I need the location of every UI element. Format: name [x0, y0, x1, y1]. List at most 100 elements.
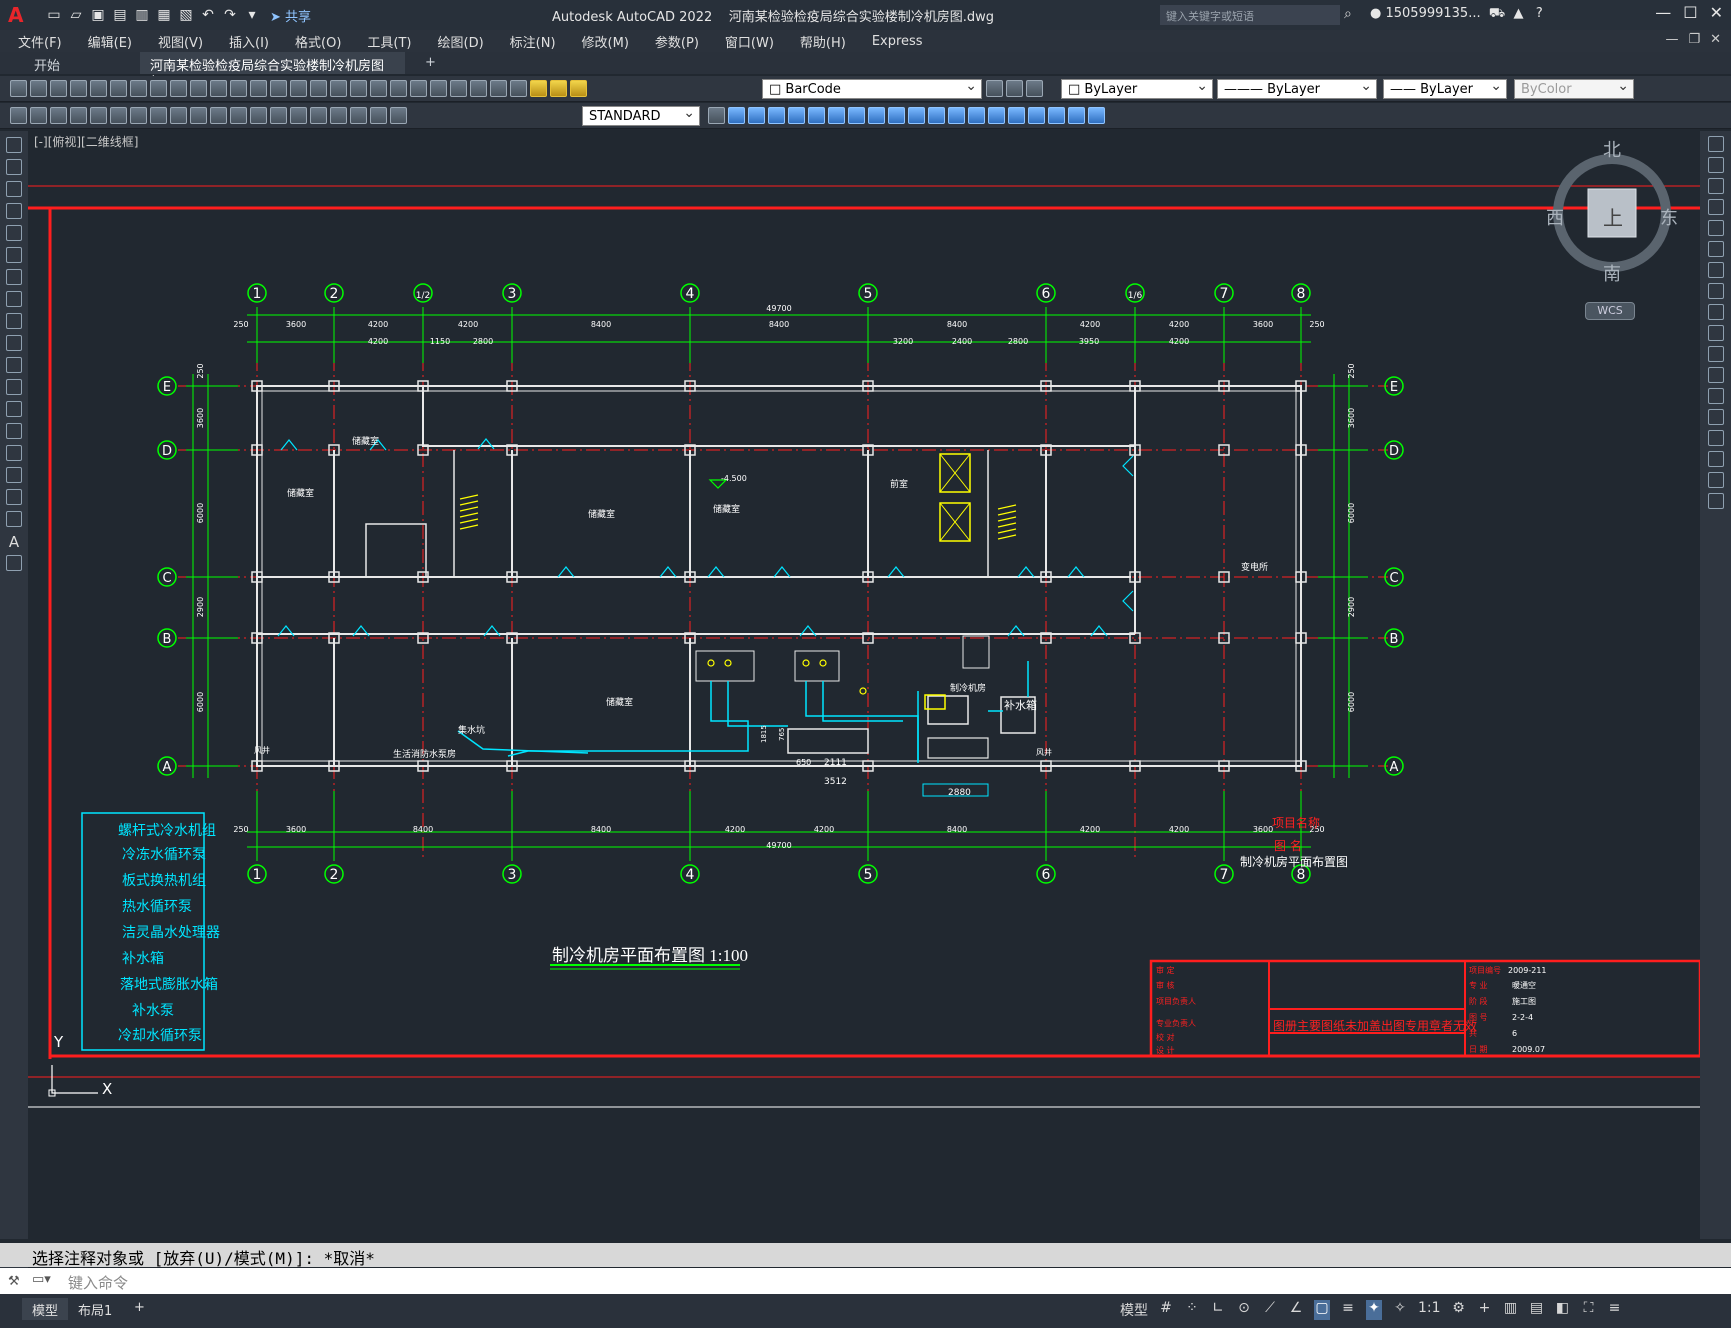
zoom-realtime-icon[interactable]	[310, 80, 327, 97]
trim-side-icon[interactable]	[1707, 325, 1724, 341]
revcloud-icon[interactable]	[6, 291, 22, 307]
rectangle-icon[interactable]	[6, 225, 22, 241]
layer-on-icon[interactable]	[530, 80, 547, 97]
mirror-side-icon[interactable]	[1707, 178, 1724, 194]
web-save-icon[interactable]: ▦	[154, 5, 174, 25]
matchprop-icon[interactable]	[210, 80, 227, 97]
color-dropdown[interactable]: □ ByLayer	[1061, 78, 1213, 99]
customize-icon[interactable]: ≡	[1607, 1300, 1623, 1320]
snap-icon[interactable]: ⁘	[1184, 1300, 1200, 1320]
new-icon[interactable]: ▭	[44, 5, 64, 25]
erase-icon[interactable]	[728, 107, 745, 124]
chamfer-icon[interactable]	[988, 107, 1005, 124]
point-icon[interactable]	[6, 423, 22, 439]
3dprint-icon[interactable]	[130, 80, 147, 97]
autodesk-app-icon[interactable]: ▲	[1513, 6, 1523, 21]
grid-icon[interactable]: #	[1158, 1300, 1174, 1320]
annotation-visibility-icon[interactable]: ✦	[1366, 1300, 1382, 1320]
join-icon[interactable]	[968, 107, 985, 124]
menu-insert[interactable]: 插入(I)	[229, 32, 269, 51]
viewcube-top-face[interactable]: 上	[1603, 202, 1623, 231]
save-file-icon[interactable]	[50, 80, 67, 97]
isodraft-icon[interactable]: ∠	[1288, 1300, 1304, 1320]
redo-icon[interactable]: ↷	[220, 5, 240, 25]
tab-model[interactable]: 模型	[22, 1298, 69, 1320]
send-back-icon[interactable]	[1088, 107, 1105, 124]
print-preview-icon[interactable]	[90, 80, 107, 97]
stretch-icon[interactable]	[888, 107, 905, 124]
search-input[interactable]: 键入关键字或短语	[1160, 5, 1340, 25]
isolate-objects-icon[interactable]: ◧	[1555, 1300, 1571, 1320]
menu-dimension[interactable]: 标注(N)	[510, 32, 556, 51]
save-icon[interactable]: ▣	[88, 5, 108, 25]
tab-start[interactable]: 开始	[24, 52, 134, 74]
dim-update-icon[interactable]	[390, 107, 407, 124]
fillet-side-icon[interactable]	[1707, 451, 1724, 467]
dimstyle-icon[interactable]	[708, 107, 725, 124]
dimstyle-dropdown[interactable]: STANDARD	[582, 105, 700, 126]
dim-baseline-icon[interactable]	[190, 107, 207, 124]
drawing-canvas[interactable]: [-][俯视][二维线框] 1 2 1/2 3 4 5 6 1/6 7 8 1 2 3 4 5 6 7 8 E E D D…	[28, 131, 1700, 1239]
command-input[interactable]: 键入命令	[0, 1268, 1731, 1294]
properties-icon[interactable]	[370, 80, 387, 97]
extend-icon[interactable]	[928, 107, 945, 124]
user-account[interactable]: ● 1505999135... ⛟ ▲ ?	[1370, 6, 1543, 23]
blend-side-icon[interactable]	[1707, 472, 1724, 488]
wcs-menu[interactable]: WCS	[1585, 302, 1635, 320]
dim-arc-icon[interactable]	[50, 107, 67, 124]
compass-south[interactable]: 南	[1603, 260, 1621, 286]
lineweight-dropdown[interactable]: —— ByLayer	[1383, 78, 1507, 99]
offset-icon[interactable]	[788, 107, 805, 124]
construction-line-icon[interactable]	[6, 159, 22, 175]
undo-tool-icon[interactable]	[250, 80, 267, 97]
layer-dropdown[interactable]: □ BarCode	[762, 78, 982, 99]
command-menu-icon[interactable]: ▭▾	[32, 1272, 51, 1287]
move-side-icon[interactable]	[1707, 241, 1724, 257]
undo-icon[interactable]: ↶	[198, 5, 218, 25]
make-current-icon[interactable]	[986, 80, 1003, 97]
model-space-button[interactable]: 模型	[1120, 1300, 1148, 1320]
plot-icon[interactable]: ▧	[176, 5, 196, 25]
compass-west[interactable]: 西	[1546, 204, 1564, 230]
doc-minimize-icon[interactable]: —	[1665, 32, 1678, 47]
mtext-icon[interactable]: A	[6, 533, 22, 551]
insert-block-icon[interactable]	[6, 379, 22, 395]
redo-tool-icon[interactable]	[270, 80, 287, 97]
new-tab-button[interactable]: +	[415, 52, 445, 74]
ellipse-arc-icon[interactable]	[6, 357, 22, 373]
circle-icon[interactable]	[6, 269, 22, 285]
units-icon[interactable]: ▥	[1503, 1300, 1519, 1320]
copy-object-icon[interactable]	[748, 107, 765, 124]
gradient-icon[interactable]	[6, 467, 22, 483]
erase-side-icon[interactable]	[1707, 136, 1724, 152]
menu-window[interactable]: 窗口(W)	[725, 32, 774, 51]
workspace-gear-icon[interactable]: ⚙	[1451, 1300, 1467, 1320]
line-icon[interactable]	[6, 137, 22, 153]
break-side-icon[interactable]	[1707, 388, 1724, 404]
maximize-icon[interactable]: ☐	[1683, 3, 1697, 22]
saveas-icon[interactable]: ▤	[110, 5, 130, 25]
tool-palettes-icon[interactable]	[410, 80, 427, 97]
help-icon[interactable]: ?	[1536, 6, 1543, 21]
linetype-dropdown[interactable]: ——— ByLayer	[1217, 78, 1377, 99]
lineweight-icon[interactable]: ≡	[1340, 1300, 1356, 1320]
cut-icon[interactable]	[150, 80, 167, 97]
annotation-scale[interactable]: 1:1	[1418, 1300, 1441, 1320]
tab-drawing[interactable]: 河南某检验检疫局综合实验楼制冷机房图* ✕	[140, 52, 405, 89]
calculator-icon[interactable]	[470, 80, 487, 97]
arc-icon[interactable]	[6, 247, 22, 263]
menu-tools[interactable]: 工具(T)	[367, 32, 411, 51]
dim-text-edit-icon[interactable]	[370, 107, 387, 124]
array-icon[interactable]	[808, 107, 825, 124]
zoom-window-icon[interactable]	[330, 80, 347, 97]
layer-properties-icon[interactable]	[510, 80, 527, 97]
mirror-icon[interactable]	[768, 107, 785, 124]
fullscreen-icon[interactable]: ⛶	[1581, 1300, 1597, 1320]
help-tool-icon[interactable]	[490, 80, 507, 97]
add-layout-button[interactable]: +	[124, 1298, 155, 1320]
ellipse-icon[interactable]	[6, 335, 22, 351]
sheetset-icon[interactable]	[430, 80, 447, 97]
move-icon[interactable]	[828, 107, 845, 124]
menu-edit[interactable]: 编辑(E)	[88, 32, 132, 51]
offset-side-icon[interactable]	[1707, 199, 1724, 215]
